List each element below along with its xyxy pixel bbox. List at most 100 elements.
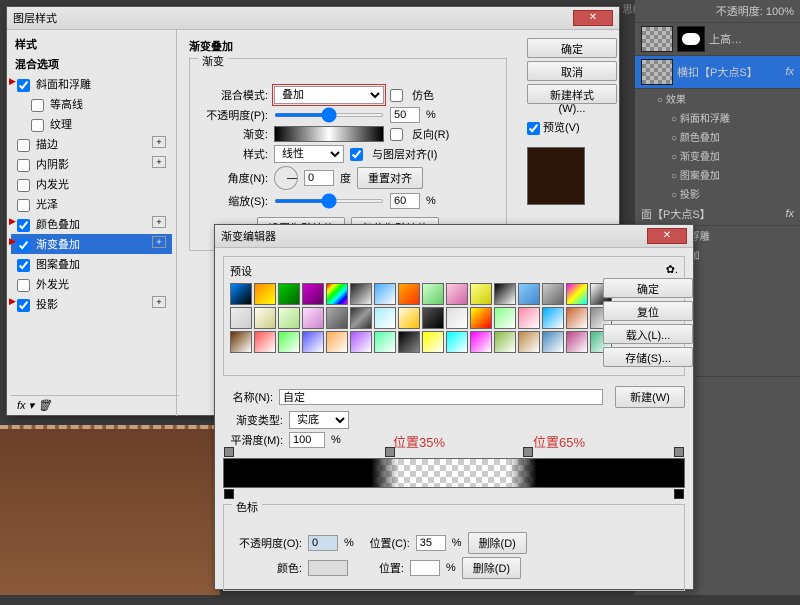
smooth-input[interactable] <box>289 432 325 448</box>
color-swatch[interactable] <box>308 560 348 576</box>
fx-item[interactable]: 图案叠加 <box>635 165 800 184</box>
preset-swatch[interactable] <box>446 307 468 329</box>
preset-swatch[interactable] <box>422 307 444 329</box>
preset-swatch[interactable] <box>470 331 492 353</box>
fx-item[interactable]: 渐变叠加 <box>635 146 800 165</box>
style-item-3[interactable]: 描边+ <box>11 134 172 154</box>
scale-slider[interactable] <box>274 199 384 203</box>
preset-swatch[interactable] <box>326 283 348 305</box>
preset-swatch[interactable] <box>518 331 540 353</box>
ok-button[interactable]: 确定 <box>527 38 617 58</box>
opacity-stop[interactable] <box>385 447 395 457</box>
preset-swatch[interactable] <box>494 307 516 329</box>
preset-swatch[interactable] <box>494 283 516 305</box>
opacity-input[interactable] <box>390 107 420 123</box>
opacity-stop[interactable] <box>674 447 684 457</box>
close-icon[interactable]: ✕ <box>573 10 613 26</box>
style-item-4[interactable]: 内阴影+ <box>11 154 172 174</box>
preset-swatch[interactable] <box>446 331 468 353</box>
preset-swatch[interactable] <box>374 331 396 353</box>
reset-button[interactable]: 复位 <box>603 301 693 321</box>
name-input[interactable] <box>279 389 603 405</box>
preset-swatch[interactable] <box>518 283 540 305</box>
color-stop[interactable] <box>224 489 234 499</box>
plus-icon[interactable]: + <box>152 216 166 228</box>
preset-swatch[interactable] <box>278 307 300 329</box>
new-button[interactable]: 新建(W) <box>615 386 685 408</box>
fx-item[interactable]: 投影 <box>635 184 800 203</box>
preset-swatch[interactable] <box>542 307 564 329</box>
plus-icon[interactable]: + <box>152 156 166 168</box>
style-item-5[interactable]: 内发光 <box>11 174 172 194</box>
reverse-checkbox[interactable] <box>390 128 403 141</box>
preset-swatch[interactable] <box>398 331 420 353</box>
opacity-stop[interactable] <box>224 447 234 457</box>
preset-swatch[interactable] <box>566 331 588 353</box>
scale-input[interactable] <box>390 193 420 209</box>
preset-swatch[interactable] <box>230 307 252 329</box>
style-item-7[interactable]: ▶ 颜色叠加+ <box>11 214 172 234</box>
gradient-preview[interactable] <box>274 126 384 142</box>
save-button[interactable]: 存储(S)... <box>603 347 693 367</box>
close-icon[interactable]: ✕ <box>647 228 687 244</box>
angle-input[interactable] <box>304 170 334 186</box>
titlebar[interactable]: 渐变编辑器 ✕ <box>215 225 693 248</box>
fx-item[interactable]: 斜面和浮雕 <box>635 108 800 127</box>
color-stop[interactable] <box>674 489 684 499</box>
preset-swatch[interactable] <box>254 307 276 329</box>
gradient-bar[interactable] <box>223 458 685 488</box>
fx-item[interactable]: 颜色叠加 <box>635 127 800 146</box>
layer-row-2[interactable]: 横扣【P大点S】 fx <box>635 56 800 89</box>
preset-swatch[interactable] <box>326 307 348 329</box>
preset-swatch[interactable] <box>422 331 444 353</box>
preset-swatch[interactable] <box>254 331 276 353</box>
style-item-0[interactable]: ▶ 斜面和浮雕 <box>11 74 172 94</box>
style-item-9[interactable]: 图案叠加 <box>11 254 172 274</box>
style-item-11[interactable]: ▶ 投影+ <box>11 294 172 314</box>
preset-swatch[interactable] <box>230 331 252 353</box>
style-select[interactable]: 线性 <box>274 145 344 163</box>
preset-swatch[interactable] <box>518 307 540 329</box>
location-input-2[interactable] <box>410 560 440 576</box>
style-item-2[interactable]: 纹理 <box>11 114 172 134</box>
preset-swatch[interactable] <box>302 331 324 353</box>
layer-row-3[interactable]: 面【P大点S】 fx <box>635 203 800 226</box>
gear-icon[interactable]: ✿. <box>666 263 678 276</box>
preview-checkbox[interactable] <box>527 122 540 135</box>
preset-swatch[interactable] <box>542 331 564 353</box>
fx-header[interactable]: 效果 <box>635 89 800 108</box>
preset-swatch[interactable] <box>470 307 492 329</box>
ok-button[interactable]: 确定 <box>603 278 693 298</box>
cancel-button[interactable]: 取消 <box>527 61 617 81</box>
preset-swatch[interactable] <box>470 283 492 305</box>
style-item-8[interactable]: ▶ 渐变叠加+ <box>11 234 172 254</box>
preset-swatch[interactable] <box>446 283 468 305</box>
preset-swatch[interactable] <box>278 331 300 353</box>
preset-swatch[interactable] <box>302 307 324 329</box>
preset-swatch[interactable] <box>398 283 420 305</box>
preset-swatch[interactable] <box>350 307 372 329</box>
layer-row-1[interactable]: 上高… <box>635 23 800 56</box>
type-select[interactable]: 实底 <box>289 411 349 429</box>
preset-swatch[interactable] <box>278 283 300 305</box>
preset-swatch[interactable] <box>374 283 396 305</box>
plus-icon[interactable]: + <box>152 136 166 148</box>
preset-swatch[interactable] <box>566 307 588 329</box>
blend-header[interactable]: 混合选项 <box>11 54 172 74</box>
preset-swatch[interactable] <box>374 307 396 329</box>
style-item-6[interactable]: 光泽 <box>11 194 172 214</box>
location-input[interactable] <box>416 535 446 551</box>
angle-dial[interactable] <box>274 166 298 190</box>
align-checkbox[interactable] <box>350 148 363 161</box>
preset-swatch[interactable] <box>398 307 420 329</box>
new-style-button[interactable]: 新建样式(W)... <box>527 84 617 104</box>
preset-swatch[interactable] <box>326 331 348 353</box>
delete-button-2[interactable]: 删除(D) <box>462 557 521 579</box>
opacity-slider[interactable] <box>274 113 384 117</box>
blend-mode-select[interactable]: 叠加 <box>274 86 384 104</box>
style-item-1[interactable]: 等高线 <box>11 94 172 114</box>
preset-swatch[interactable] <box>422 283 444 305</box>
plus-icon[interactable]: + <box>152 296 166 308</box>
plus-icon[interactable]: + <box>152 236 166 248</box>
titlebar[interactable]: 图层样式 ✕ <box>7 7 619 30</box>
